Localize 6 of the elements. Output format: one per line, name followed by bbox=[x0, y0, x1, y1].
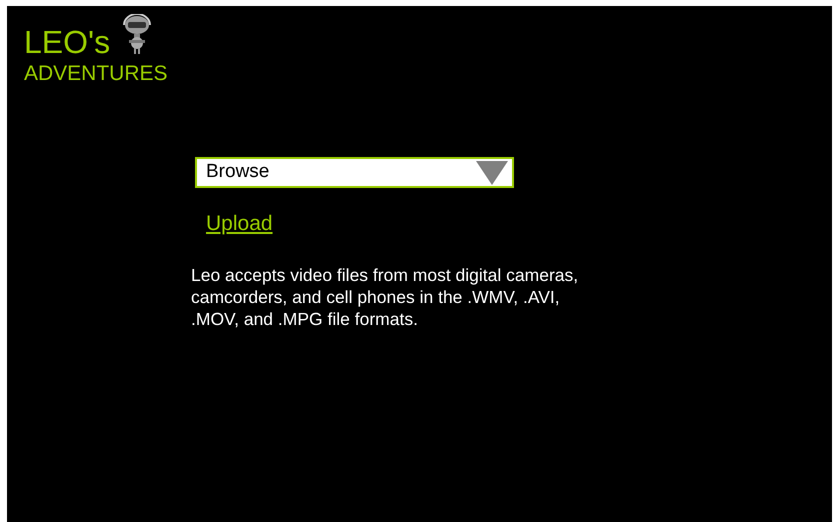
logo-subtitle: ADVENTURES bbox=[24, 62, 168, 86]
logo-title: LEO's bbox=[24, 23, 110, 62]
description-text: Leo accepts video files from most digital cameras, camcorders, and cell phones in the .WMV, .AVI, .MOV, and .MPG file formats. bbox=[191, 264, 580, 330]
upload-link[interactable]: Upload bbox=[206, 208, 273, 240]
dropdown-arrow-icon bbox=[476, 160, 508, 184]
browse-dropdown[interactable]: Browse bbox=[195, 157, 514, 188]
